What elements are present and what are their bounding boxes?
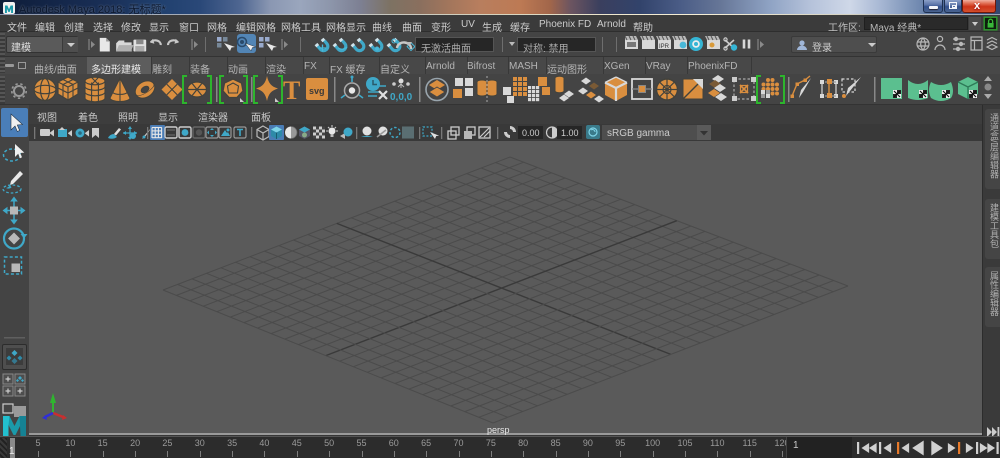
svg-text:0,0,0: 0,0,0 — [390, 92, 413, 103]
svg-text:T: T — [283, 76, 300, 105]
svg-text:IPR: IPR — [659, 44, 670, 50]
svg-text:0.00: 0.00 — [522, 128, 540, 138]
svg-text:sRGB gamma: sRGB gamma — [607, 128, 670, 139]
svg-text:svg: svg — [309, 86, 325, 96]
svg-text:1.00: 1.00 — [561, 128, 579, 138]
